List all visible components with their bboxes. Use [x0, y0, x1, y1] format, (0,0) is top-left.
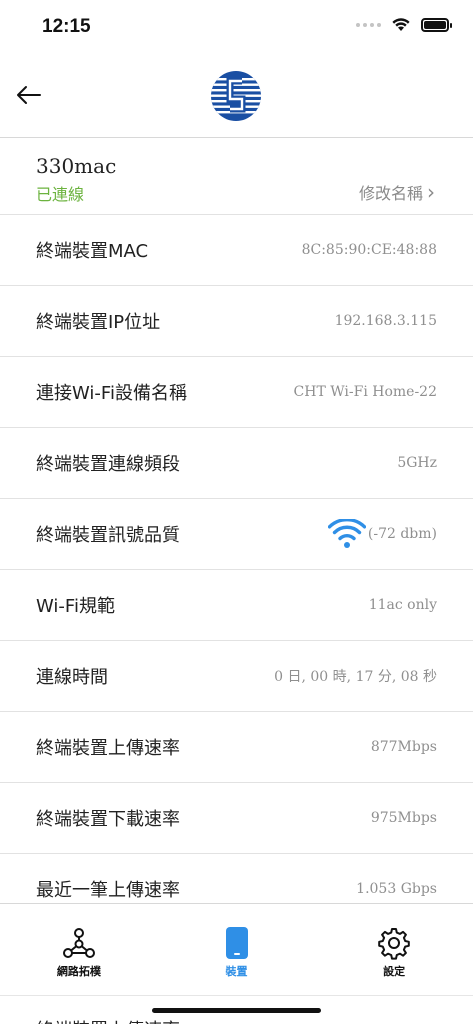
- info-row: 終端裝置IP位址 192.168.3.115: [0, 286, 473, 357]
- connection-status: 已連線: [36, 185, 85, 204]
- rename-label: 修改名稱: [358, 184, 423, 203]
- home-indicator: [152, 1008, 321, 1013]
- info-row: 連接Wi-Fi設備名稱 CHT Wi-Fi Home-22: [0, 357, 473, 428]
- info-row: 終端裝置MAC 8C:85:90:CE:48:88: [0, 215, 473, 286]
- chevron-right-icon: ›: [427, 180, 435, 204]
- info-row: 終端裝置下載速率 975Mbps: [0, 783, 473, 854]
- info-label: 終端裝置連線頻段: [36, 454, 180, 475]
- status-indicators: [356, 17, 452, 32]
- info-value: 1.053 Gbps: [356, 881, 437, 897]
- device-info-list: 終端裝置MAC 8C:85:90:CE:48:88 終端裝置IP位址 192.168.…: [0, 215, 473, 925]
- peek-row-label: 終端裝置上傳速率: [36, 1016, 180, 1024]
- info-label: 最近一筆上傳速率: [36, 880, 180, 901]
- info-value-text: 11ac only: [368, 597, 437, 613]
- info-row: 終端裝置訊號品質 (-72 dbm): [0, 499, 473, 570]
- info-label: 連線時間: [36, 667, 108, 688]
- battery-icon: [421, 17, 452, 32]
- info-label: 終端裝置訊號品質: [36, 525, 180, 546]
- info-value-text: 192.168.3.115: [334, 313, 437, 329]
- tab-settings[interactable]: 設定: [315, 904, 473, 995]
- info-row: Wi-Fi規範 11ac only: [0, 570, 473, 641]
- info-value: 5GHz: [397, 455, 437, 471]
- rename-button[interactable]: 修改名稱 ›: [359, 180, 435, 204]
- cellular-signal-icon: [356, 22, 381, 27]
- status-time: 12:15: [42, 16, 91, 37]
- tab-label: 設定: [383, 965, 406, 978]
- nav-bar: [0, 54, 473, 138]
- info-value: 0 日, 00 時, 17 分, 08 秒: [274, 666, 437, 686]
- tab-label: 網路拓樸: [56, 965, 101, 978]
- info-value-text: 8C:85:90:CE:48:88: [301, 242, 437, 258]
- info-label: 終端裝置下載速率: [36, 809, 180, 830]
- info-value: 192.168.3.115: [335, 313, 437, 329]
- status-bar: 12:15: [0, 0, 473, 54]
- phone-icon: [220, 926, 254, 960]
- tab-network-topology[interactable]: 網路拓樸: [0, 904, 158, 995]
- cht-logo-icon: [211, 71, 261, 121]
- info-label: Wi-Fi規範: [36, 596, 115, 617]
- info-value-text: 0 日, 00 時, 17 分, 08 秒: [274, 669, 437, 685]
- info-row: 終端裝置連線頻段 5GHz: [0, 428, 473, 499]
- tab-devices[interactable]: 裝置: [158, 904, 316, 995]
- device-header: 330mac 已連線 修改名稱 ›: [0, 138, 473, 215]
- back-button[interactable]: [14, 80, 44, 110]
- gear-icon: [377, 926, 411, 960]
- info-value-text: 1.053 Gbps: [356, 881, 437, 897]
- device-name: 330mac: [36, 154, 117, 178]
- info-value: 877Mbps: [371, 739, 437, 755]
- wifi-signal-icon: [327, 519, 366, 548]
- info-row: 終端裝置上傳速率 877Mbps: [0, 712, 473, 783]
- tab-label: 裝置: [225, 965, 248, 978]
- info-label: 終端裝置IP位址: [36, 312, 161, 333]
- info-value-text: 975Mbps: [370, 810, 437, 826]
- info-value: 975Mbps: [371, 810, 437, 826]
- info-value-text: 5GHz: [397, 455, 437, 471]
- back-arrow-icon: [17, 86, 41, 104]
- info-label: 連接Wi-Fi設備名稱: [36, 383, 187, 404]
- info-value-text: 877Mbps: [370, 739, 437, 755]
- tab-bar: 網路拓樸 裝置 設定: [0, 903, 473, 996]
- info-value: 11ac only: [369, 597, 437, 613]
- info-row: 連線時間 0 日, 00 時, 17 分, 08 秒: [0, 641, 473, 712]
- info-label: 終端裝置上傳速率: [36, 738, 180, 759]
- network-topology-icon: [62, 926, 96, 960]
- wifi-status-icon: [392, 18, 410, 31]
- info-value-text: (-72 dbm): [367, 526, 437, 542]
- info-value: 8C:85:90:CE:48:88: [302, 242, 437, 258]
- info-value-text: CHT Wi-Fi Home-22: [293, 384, 437, 400]
- info-label: 終端裝置MAC: [36, 241, 149, 262]
- info-value: (-72 dbm): [327, 519, 437, 549]
- info-value: CHT Wi-Fi Home-22: [294, 384, 437, 400]
